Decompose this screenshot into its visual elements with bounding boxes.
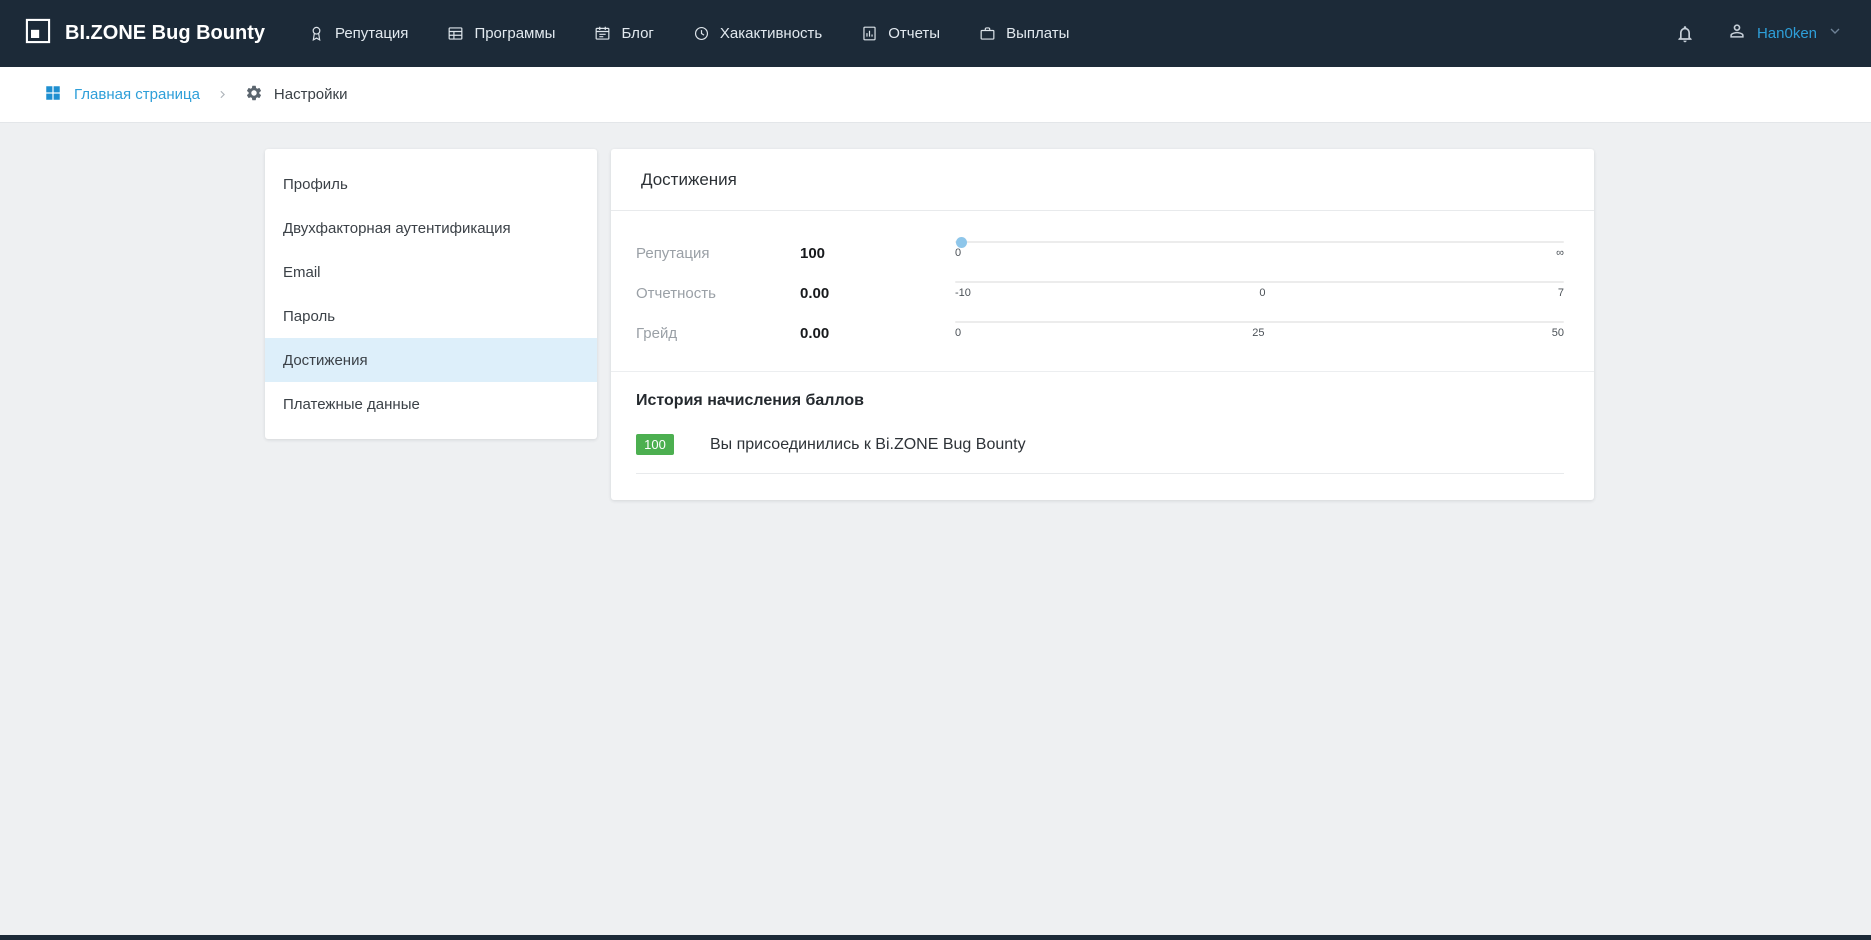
history-title: История начисления баллов	[636, 392, 1564, 410]
history-item-text: Вы присоединились к Bi.ZONE Bug Bounty	[710, 436, 1026, 454]
activity-clock-icon	[692, 24, 711, 43]
sidebar-item-profile[interactable]: Профиль	[265, 162, 597, 206]
metric-value: 0.00	[800, 325, 955, 342]
scale-mid	[1255, 247, 1265, 259]
blog-calendar-icon	[593, 24, 612, 43]
scale-mid: 0	[1257, 287, 1267, 299]
scale-max: 7	[1554, 287, 1564, 299]
breadcrumb-current: Настройки	[245, 84, 348, 106]
metric-label: Репутация	[636, 245, 800, 262]
nav-item-payouts[interactable]: Выплаты	[978, 24, 1069, 43]
metric-row-grade: Грейд 0.00 0 25 50	[636, 313, 1564, 353]
breadcrumb-home-label: Главная страница	[74, 86, 200, 103]
metric-slider: 0 ∞	[955, 241, 1564, 259]
slider-track	[955, 321, 1564, 323]
sidebar-item-payment-details[interactable]: Платежные данные	[265, 382, 597, 426]
bizone-logo-icon	[24, 17, 52, 51]
chevron-down-icon	[1827, 23, 1843, 44]
achievements-panel: Достижения Репутация 100 0 ∞	[611, 149, 1594, 500]
sidebar-item-two-factor[interactable]: Двухфакторная аутентификация	[265, 206, 597, 250]
slider-track	[955, 241, 1564, 243]
settings-sidebar: Профиль Двухфакторная аутентификация Ema…	[265, 149, 597, 439]
home-grid-icon	[44, 84, 62, 106]
reputation-medal-icon	[307, 24, 326, 43]
nav-label: Программы	[474, 25, 555, 42]
slider-scale: 0 25 50	[955, 327, 1564, 339]
scale-max: 50	[1552, 327, 1564, 339]
scale-min: -10	[955, 287, 971, 299]
sidebar-item-achievements[interactable]: Достижения	[265, 338, 597, 382]
nav-item-reputation[interactable]: Репутация	[307, 24, 408, 43]
main-navigation: Репутация Программы Блог	[307, 24, 1069, 43]
panel-title: Достижения	[611, 149, 1594, 211]
payouts-briefcase-icon	[978, 24, 997, 43]
scale-min: 0	[955, 327, 965, 339]
nav-label: Блог	[621, 25, 653, 42]
breadcrumb-home-link[interactable]: Главная страница	[44, 84, 200, 106]
user-avatar-icon	[1727, 21, 1747, 46]
slider-scale: -10 0 7	[955, 287, 1564, 299]
points-badge: 100	[636, 434, 674, 455]
chevron-right-icon	[216, 88, 229, 101]
metric-value: 100	[800, 245, 955, 262]
gear-icon	[245, 84, 263, 106]
history-item: 100 Вы присоединились к Bi.ZONE Bug Boun…	[636, 434, 1564, 474]
username-label: Han0ken	[1757, 25, 1817, 42]
user-menu[interactable]: Han0ken	[1727, 21, 1843, 46]
sidebar-item-password[interactable]: Пароль	[265, 294, 597, 338]
nav-label: Репутация	[335, 25, 408, 42]
slider-scale: 0 ∞	[955, 247, 1564, 259]
navbar-right: Han0ken	[1675, 21, 1843, 46]
reports-chart-icon	[860, 24, 879, 43]
scale-max: ∞	[1554, 247, 1564, 259]
nav-item-blog[interactable]: Блог	[593, 24, 653, 43]
scale-min: 0	[955, 247, 965, 259]
nav-item-programs[interactable]: Программы	[446, 24, 555, 43]
slider-handle	[956, 237, 967, 248]
metric-row-reporting: Отчетность 0.00 -10 0 7	[636, 273, 1564, 313]
nav-label: Отчеты	[888, 25, 940, 42]
metric-row-reputation: Репутация 100 0 ∞	[636, 233, 1564, 273]
nav-item-hackactivity[interactable]: Хакактивность	[692, 24, 822, 43]
scale-mid: 25	[1252, 327, 1264, 339]
metric-slider: -10 0 7	[955, 281, 1564, 299]
metric-label: Отчетность	[636, 285, 800, 302]
settings-content: Профиль Двухфакторная аутентификация Ema…	[265, 149, 1871, 500]
metric-slider: 0 25 50	[955, 321, 1564, 339]
brand-title: BI.ZONE Bug Bounty	[65, 22, 265, 45]
breadcrumb: Главная страница Настройки	[0, 67, 1871, 123]
programs-grid-icon	[446, 24, 465, 43]
top-navbar: BI.ZONE Bug Bounty Репутация Программы	[0, 0, 1871, 67]
nav-item-reports[interactable]: Отчеты	[860, 24, 940, 43]
brand-logo[interactable]: BI.ZONE Bug Bounty	[24, 17, 265, 51]
nav-label: Выплаты	[1006, 25, 1069, 42]
metric-label: Грейд	[636, 325, 800, 342]
sidebar-item-email[interactable]: Email	[265, 250, 597, 294]
nav-label: Хакактивность	[720, 25, 822, 42]
footer-strip	[0, 935, 1871, 940]
notifications-bell-icon[interactable]	[1675, 24, 1695, 44]
metric-value: 0.00	[800, 285, 955, 302]
slider-track	[955, 281, 1564, 283]
breadcrumb-current-label: Настройки	[274, 86, 348, 103]
metrics-section: Репутация 100 0 ∞ Отчетность 0.00	[611, 211, 1594, 372]
